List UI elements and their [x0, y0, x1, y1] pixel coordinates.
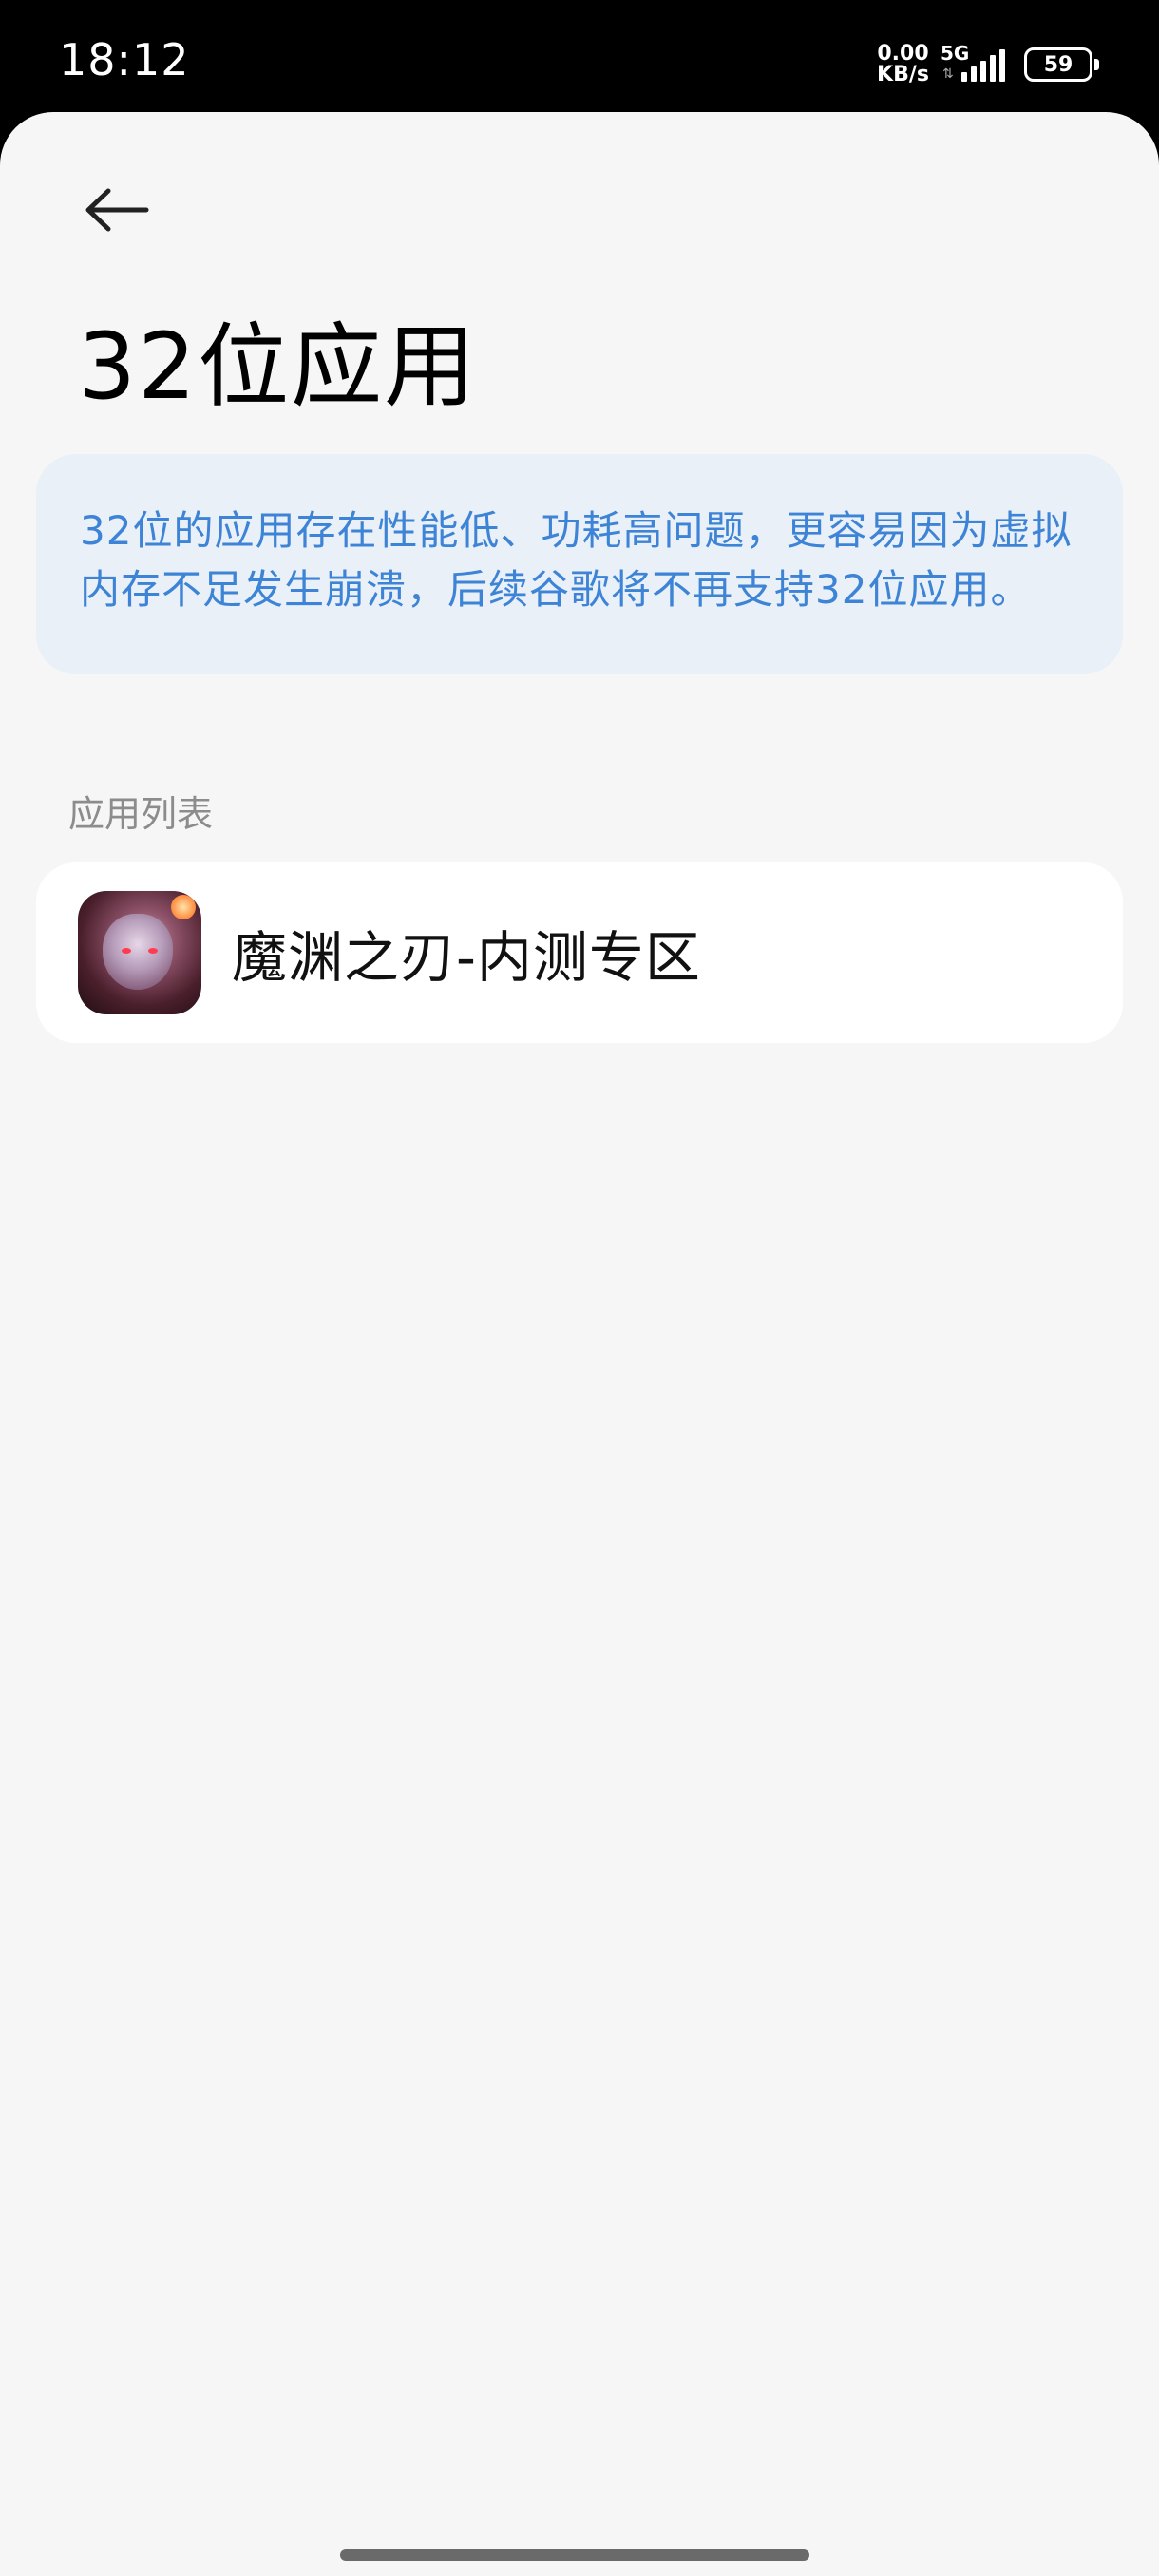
settings-screen: 32位应用 32位的应用存在性能低、功耗高问题，更容易因为虚拟内存不足发生崩溃，… — [0, 112, 1159, 2576]
network-speed-unit: KB/s — [877, 63, 929, 86]
arrow-left-icon — [86, 188, 149, 232]
data-activity-icon: ⇅ — [942, 66, 954, 82]
cellular-signal-icon: 5G ⇅ — [939, 42, 1015, 87]
page-title: 32位应用 — [78, 313, 478, 420]
section-label: 应用列表 — [68, 793, 214, 835]
info-text: 32位的应用存在性能低、功耗高问题，更容易因为虚拟内存不足发生崩溃，后续谷歌将不… — [80, 507, 1073, 613]
status-bar: 18:12 0.00 KB/s 5G ⇅ 59 — [0, 0, 1159, 112]
network-speed: 0.00 KB/s — [877, 44, 929, 85]
info-card: 32位的应用存在性能低、功耗高问题，更容易因为虚拟内存不足发生崩溃，后续谷歌将不… — [36, 454, 1123, 674]
battery-level: 59 — [1043, 52, 1074, 77]
app-name: 魔渊之刃-内测专区 — [232, 925, 701, 990]
back-button[interactable] — [76, 169, 158, 251]
signal-bars-icon — [961, 49, 1005, 82]
status-icons: 0.00 KB/s 5G ⇅ 59 — [877, 42, 1099, 87]
battery-icon: 59 — [1024, 47, 1099, 82]
badge-icon — [171, 895, 196, 919]
network-speed-value: 0.00 — [877, 42, 929, 66]
status-time: 18:12 — [59, 34, 190, 85]
app-icon — [78, 891, 201, 1014]
app-list-item[interactable]: 魔渊之刃-内测专区 — [36, 862, 1123, 1043]
home-indicator[interactable] — [340, 2549, 809, 2561]
